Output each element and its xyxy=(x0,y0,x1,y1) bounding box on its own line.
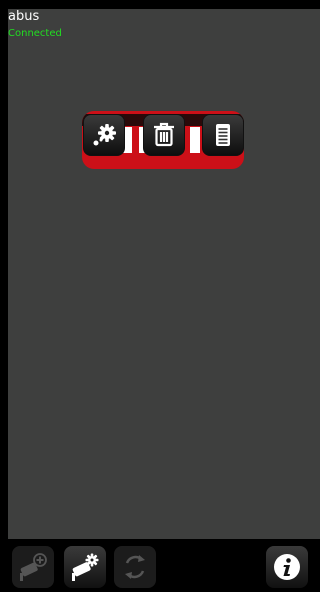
device-status: Connected xyxy=(8,28,62,39)
device-name[interactable]: abus xyxy=(8,9,39,25)
info-button[interactable] xyxy=(266,546,308,588)
main-area xyxy=(8,9,320,539)
document-icon xyxy=(216,124,230,146)
refresh-button[interactable] xyxy=(114,546,156,588)
device-details-button[interactable] xyxy=(202,114,244,156)
info-icon xyxy=(274,554,300,580)
add-camera-button[interactable] xyxy=(12,546,54,588)
camera-settings-icon xyxy=(72,553,99,581)
camera-settings-button[interactable] xyxy=(64,546,106,588)
trash-icon xyxy=(154,122,174,147)
add-camera-icon xyxy=(20,553,47,581)
refresh-icon xyxy=(125,555,145,579)
delete-device-button[interactable] xyxy=(143,114,185,156)
device-settings-button[interactable] xyxy=(83,114,125,156)
gear-icon xyxy=(93,124,116,146)
